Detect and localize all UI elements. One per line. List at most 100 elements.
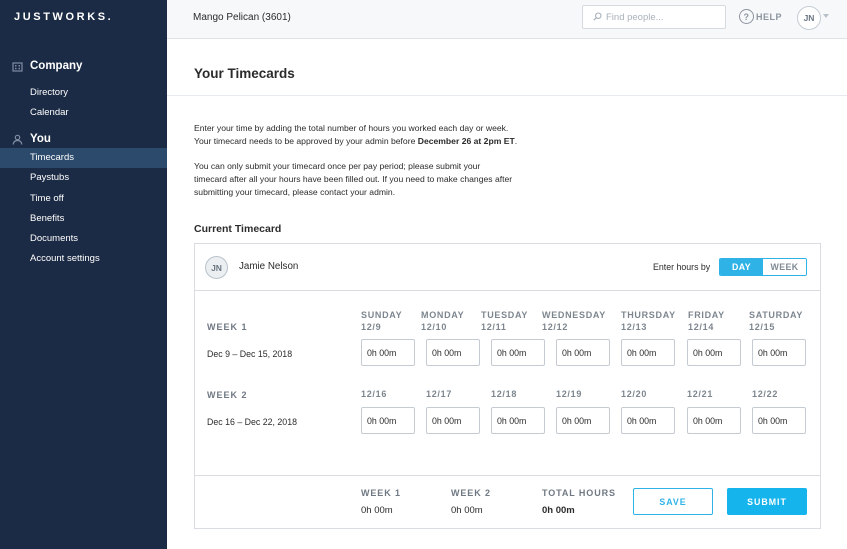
day-date: 12/22 [752,389,779,399]
day-date: 12/12 [542,321,569,332]
day-header: WEDNESDAY 12/12 [542,310,606,333]
hours-input-saturday-12-22[interactable] [752,407,806,434]
hours-input-wednesday-12-12[interactable] [556,339,610,366]
hours-input-friday-12-14[interactable] [687,339,741,366]
sidebar: JUSTWORKS. Company Directory Calendar Yo… [0,0,167,549]
entry-mode-toggle: DAY WEEK [719,258,807,276]
help-icon: ? [739,9,754,24]
intro-line: submitting your timecard, please contact… [194,187,396,197]
divider [167,95,847,96]
employee-name: Jamie Nelson [239,261,299,272]
sidebar-heading-company: Company [0,57,167,75]
day-name: SATURDAY [749,310,804,320]
sidebar-item-account-settings[interactable]: Account settings [0,249,167,269]
intro-line: You can only submit your timecard once p… [194,161,481,171]
people-search[interactable] [582,5,726,29]
day-date: 12/20 [621,389,648,399]
page-title: Your Timecards [194,66,295,81]
sidebar-section-company: Company Directory Calendar [0,57,167,124]
day-name: THURSDAY [621,310,676,320]
account-name[interactable]: Mango Pelican (3601) [193,12,291,23]
help-button[interactable]: ? HELP [739,9,782,24]
total-value-hours: 0h 00m [542,505,575,516]
sidebar-heading-label: Company [30,60,83,72]
total-value-week-1: 0h 00m [361,505,393,516]
submit-button[interactable]: SUBMIT [727,488,807,515]
search-icon [593,8,602,26]
day-date: 12/15 [749,321,776,332]
day-name: FRIDAY [688,310,725,320]
sidebar-item-paystubs[interactable]: Paystubs [0,168,167,188]
week-range: Dec 9 – Dec 15, 2018 [207,349,293,359]
toggle-day[interactable]: DAY [720,259,763,275]
day-header: SATURDAY 12/15 [749,310,803,333]
day-header: THURSDAY 12/13 [621,310,676,333]
timecard-panel: JN Jamie Nelson Enter hours by DAY WEEK [194,243,821,529]
total-value-week-2: 0h 00m [451,505,483,516]
sidebar-item-benefits[interactable]: Benefits [0,209,167,229]
hours-input-thursday-12-13[interactable] [621,339,675,366]
hours-input-monday-12-10[interactable] [426,339,480,366]
day-date: 12/16 [361,389,388,399]
day-name: TUESDAY [481,310,529,320]
intro-text: . [514,136,518,146]
day-date: 12/14 [688,321,715,332]
day-date: 12/10 [421,321,448,332]
hours-input-sunday-12-16[interactable] [361,407,415,434]
total-label-hours: TOTAL HOURS [542,488,616,498]
save-button[interactable]: SAVE [633,488,713,515]
person-icon [11,133,23,145]
avatar: JN [205,256,228,279]
deadline-text: December 26 at 2pm ET [417,136,515,146]
sidebar-heading-label: You [30,133,51,145]
day-header: SUNDAY 12/9 [361,310,402,333]
search-input[interactable] [606,11,716,23]
day-name: WEDNESDAY [542,310,606,320]
sidebar-item-timecards[interactable]: Timecards [0,148,167,169]
enter-hours-label: Enter hours by [653,262,711,272]
hours-input-wednesday-12-19[interactable] [556,407,610,434]
sidebar-item-directory[interactable]: Directory [0,83,167,103]
intro-paragraph-2: You can only submit your timecard once p… [194,160,512,199]
chevron-down-icon[interactable] [823,14,829,18]
sidebar-item-calendar[interactable]: Calendar [0,103,167,123]
intro-line: timecard after all your hours have been … [194,174,513,184]
sidebar-section-you: You Timecards Paystubs Time off Benefits… [0,130,167,270]
day-header: TUESDAY 12/11 [481,310,528,333]
sidebar-item-documents[interactable]: Documents [0,229,167,249]
intro-paragraph-1: Enter your time by adding the total numb… [194,122,517,148]
day-date: 12/9 [361,321,382,332]
week-label: WEEK 2 [207,390,248,400]
top-bar: Mango Pelican (3601) ? HELP JN [167,0,847,39]
building-icon [11,60,23,72]
intro-line: Enter your time by adding the total numb… [194,123,509,133]
total-label-week-1: WEEK 1 [361,488,401,498]
user-avatar[interactable]: JN [797,6,821,30]
hours-input-monday-12-17[interactable] [426,407,480,434]
day-date: 12/13 [621,321,648,332]
week-label: WEEK 1 [207,322,248,332]
justworks-logo[interactable]: JUSTWORKS. [14,11,113,23]
week-range: Dec 16 – Dec 22, 2018 [207,417,297,427]
hours-input-sunday-12-9[interactable] [361,339,415,366]
intro-line: Your timecard needs to be approved by yo… [194,135,517,148]
day-date: 12/21 [687,389,714,399]
day-date: 12/11 [481,321,507,332]
day-name: MONDAY [421,310,465,320]
day-date: 12/17 [426,389,453,399]
intro-text: Your timecard needs to be approved by yo… [194,136,418,146]
hours-input-tuesday-12-11[interactable] [491,339,545,366]
sidebar-heading-you: You [0,130,167,148]
section-title: Current Timecard [194,223,282,235]
day-header: FRIDAY 12/14 [688,310,725,333]
hours-input-saturday-12-15[interactable] [752,339,806,366]
hours-input-tuesday-12-18[interactable] [491,407,545,434]
hours-input-friday-12-21[interactable] [687,407,741,434]
hours-input-thursday-12-20[interactable] [621,407,675,434]
day-name: SUNDAY [361,310,403,320]
timecard-header: JN Jamie Nelson Enter hours by DAY WEEK [195,244,820,291]
total-label-week-2: WEEK 2 [451,488,491,498]
toggle-week[interactable]: WEEK [763,259,806,275]
sidebar-item-time-off[interactable]: Time off [0,189,167,209]
help-label: HELP [756,11,783,22]
